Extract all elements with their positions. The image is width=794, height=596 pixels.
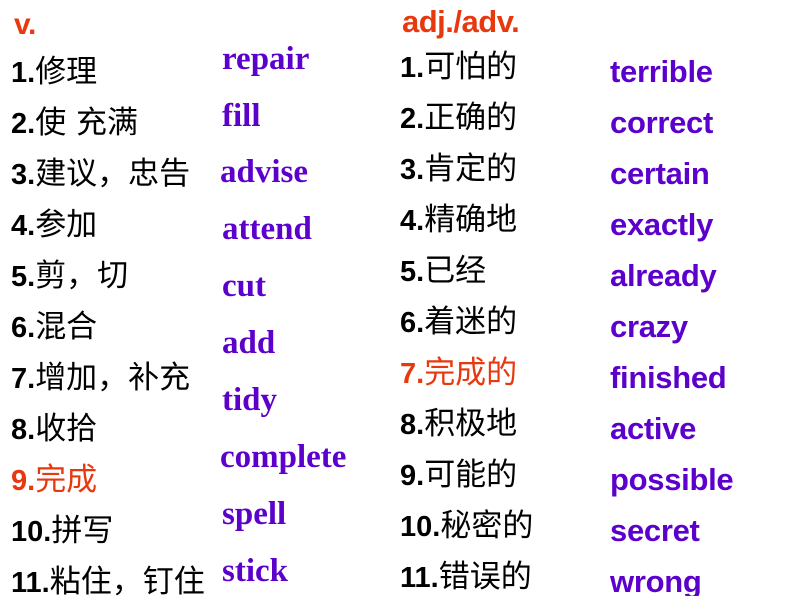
adj-english-certain: certain	[610, 156, 710, 191]
adj-row-11: 11.错误的	[400, 562, 532, 593]
adj-row-5-chinese: 已经	[424, 253, 487, 289]
verb-english-repair: repair	[222, 41, 310, 77]
adj-row-8-number: 8.	[400, 409, 425, 441]
verb-row-1-chinese: 修理	[35, 54, 98, 90]
verb-row-8: 8.收拾	[11, 414, 97, 445]
adj-row-9: 9.可能的	[400, 460, 517, 491]
verb-row-2-number: 2.	[11, 108, 36, 140]
adj-english-terrible: terrible	[610, 54, 713, 89]
adj-english-wrong: wrong	[610, 564, 702, 596]
verb-row-9-number: 9.	[11, 465, 36, 497]
verb-row-1-number: 1.	[11, 57, 36, 89]
adj-row-7-chinese: 完成的	[424, 355, 518, 391]
verb-row-11-chinese: 粘住，钉住	[49, 564, 205, 596]
adj-row-10-number: 10.	[400, 511, 441, 543]
verb-row-7: 7.增加，补充	[11, 363, 190, 394]
adj-row-9-number: 9.	[400, 460, 425, 492]
adj-row-8-chinese: 积极地	[424, 406, 518, 442]
verb-row-2: 2.使 充满	[11, 108, 138, 139]
adj-row-10: 10.秘密的	[400, 511, 533, 542]
adj-row-2-number: 2.	[400, 103, 425, 135]
verb-row-9: 9.完成	[11, 465, 97, 496]
adj-row-11-chinese: 错误的	[438, 559, 532, 595]
verb-row-11-number: 11.	[11, 567, 50, 596]
adj-row-1-chinese: 可怕的	[424, 49, 518, 85]
adjective-adverb-column: adj./adv. 1.可怕的 2.正确的 3.肯定的 4.精确地 5.已经 6…	[397, 0, 794, 596]
adj-row-4-chinese: 精确地	[424, 202, 518, 238]
adj-row-6: 6.着迷的	[400, 307, 517, 338]
vocabulary-slide: v. 1.修理 2.使 充满 3.建议，忠告 4.参加 5.剪，切 6.混合 7…	[0, 0, 794, 596]
verb-row-11: 11.粘住，钉住	[11, 567, 205, 596]
verb-english-add: add	[222, 325, 276, 361]
adj-row-3: 3.肯定的	[400, 154, 517, 185]
verb-row-2-chinese: 使 充满	[35, 105, 139, 141]
verb-row-6-chinese: 混合	[35, 309, 98, 345]
adj-row-4: 4.精确地	[400, 205, 517, 236]
verb-row-10: 10.拼写	[11, 516, 113, 547]
verb-row-5: 5.剪，切	[11, 261, 128, 292]
verb-row-7-number: 7.	[11, 363, 36, 395]
verb-row-6-number: 6.	[11, 312, 36, 344]
verb-english-tidy: tidy	[222, 382, 278, 418]
adj-row-3-chinese: 肯定的	[424, 151, 518, 187]
verb-section-header: v.	[14, 8, 36, 41]
verb-row-3: 3.建议，忠告	[11, 159, 190, 190]
adj-row-1: 1.可怕的	[400, 52, 517, 83]
verb-row-4: 4.参加	[11, 210, 97, 241]
verb-row-7-chinese: 增加，补充	[35, 360, 191, 396]
verb-english-complete: complete	[220, 439, 347, 475]
verb-row-5-chinese: 剪，切	[35, 258, 129, 294]
verb-row-3-number: 3.	[11, 159, 36, 191]
adj-row-7-number: 7.	[400, 358, 425, 390]
verb-english-attend: attend	[222, 211, 312, 247]
adj-row-3-number: 3.	[400, 154, 425, 186]
adj-row-8: 8.积极地	[400, 409, 517, 440]
adj-row-6-number: 6.	[400, 307, 425, 339]
adj-english-exactly: exactly	[610, 207, 714, 242]
adj-english-already: already	[610, 258, 717, 293]
adj-row-5: 5.已经	[400, 256, 486, 287]
verb-row-4-number: 4.	[11, 210, 36, 242]
adj-english-finished: finished	[610, 360, 727, 395]
adjective-adverb-section-header: adj./adv.	[402, 4, 520, 39]
adj-row-1-number: 1.	[400, 52, 425, 84]
verb-row-10-chinese: 拼写	[51, 513, 114, 549]
adj-row-9-chinese: 可能的	[424, 457, 518, 493]
verb-english-advise: advise	[220, 154, 309, 190]
verb-row-5-number: 5.	[11, 261, 36, 293]
verb-row-10-number: 10.	[11, 516, 52, 548]
verb-row-1: 1.修理	[11, 57, 97, 88]
verb-row-4-chinese: 参加	[35, 207, 98, 243]
adj-row-7: 7.完成的	[400, 358, 517, 389]
verb-english-spell: spell	[222, 496, 287, 532]
verb-row-8-chinese: 收拾	[35, 411, 98, 447]
adj-row-5-number: 5.	[400, 256, 425, 288]
adj-english-crazy: crazy	[610, 309, 688, 344]
verb-row-3-chinese: 建议，忠告	[35, 156, 191, 192]
verb-row-8-number: 8.	[11, 414, 36, 446]
adj-row-6-chinese: 着迷的	[424, 304, 518, 340]
verb-english-cut: cut	[222, 268, 266, 304]
adj-row-4-number: 4.	[400, 205, 425, 237]
adj-row-11-number: 11.	[400, 562, 439, 594]
adj-english-possible: possible	[610, 462, 734, 497]
verb-english-stick: stick	[222, 553, 288, 589]
verb-row-9-chinese: 完成	[35, 462, 98, 498]
verb-english-fill: fill	[222, 98, 261, 134]
adj-row-10-chinese: 秘密的	[440, 508, 534, 544]
verb-row-6: 6.混合	[11, 312, 97, 343]
adj-english-secret: secret	[610, 513, 700, 548]
adj-row-2-chinese: 正确的	[424, 100, 518, 136]
adj-row-2: 2.正确的	[400, 103, 517, 134]
verb-column: v. 1.修理 2.使 充满 3.建议，忠告 4.参加 5.剪，切 6.混合 7…	[0, 0, 397, 596]
adj-english-active: active	[610, 411, 697, 446]
adj-english-correct: correct	[610, 105, 714, 140]
